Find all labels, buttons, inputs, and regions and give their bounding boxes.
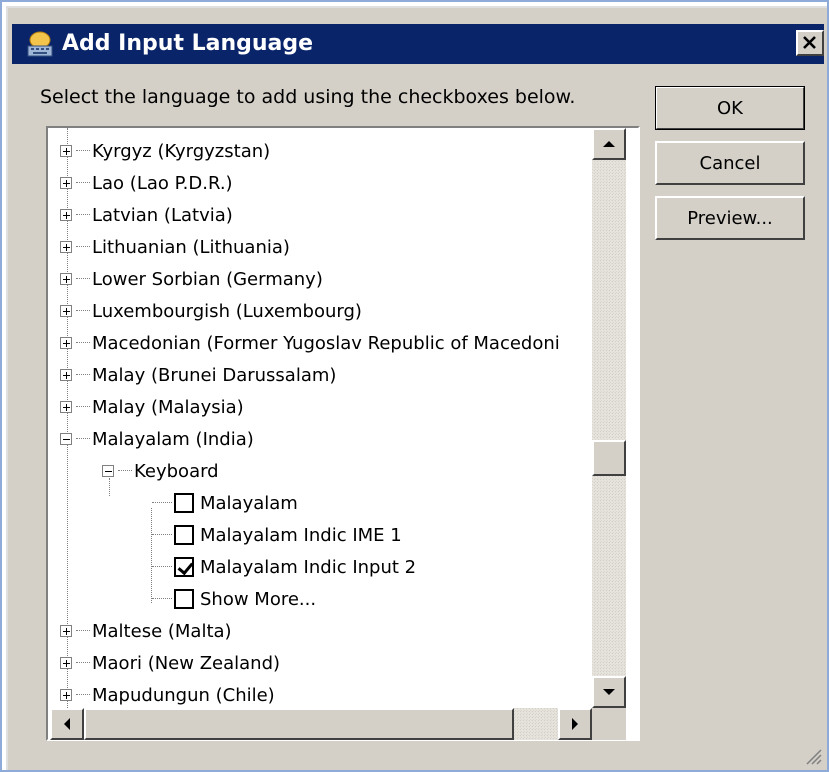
layout-checkbox[interactable] xyxy=(174,493,194,513)
tree-node-language[interactable]: Latvian (Latvia) xyxy=(60,199,233,231)
cancel-button[interactable]: Cancel xyxy=(655,141,805,185)
resize-grip-icon[interactable] xyxy=(803,746,823,766)
scroll-left-button[interactable] xyxy=(50,708,84,740)
horizontal-scroll-thumb[interactable] xyxy=(84,708,514,740)
expand-icon[interactable] xyxy=(60,209,72,221)
tree-node-label: Kyrgyz (Kyrgyzstan) xyxy=(92,140,271,162)
tree-node-label: Malayalam (India) xyxy=(92,428,254,450)
close-icon xyxy=(803,36,816,49)
tree-connector xyxy=(76,630,90,632)
collapse-icon[interactable] xyxy=(102,465,114,477)
tree-connector xyxy=(152,566,172,568)
tree-node-label: Lithuanian (Lithuania) xyxy=(92,236,290,258)
tree-node-language[interactable]: Kyrgyz (Kyrgyzstan) xyxy=(60,135,270,167)
ok-button[interactable]: OK xyxy=(655,86,805,130)
tree-node-label: Malay (Malaysia) xyxy=(92,396,244,418)
tree-node-label: Macedonian (Former Yugoslav Republic of … xyxy=(92,332,560,354)
expand-icon[interactable] xyxy=(60,401,72,413)
tree-node-label: Maori (New Zealand) xyxy=(92,652,281,674)
expand-icon[interactable] xyxy=(60,625,72,637)
vertical-scrollbar[interactable] xyxy=(592,128,626,710)
tree-connector xyxy=(76,694,90,696)
expand-icon[interactable] xyxy=(60,337,72,349)
tree-connector xyxy=(152,502,172,504)
tree-connector xyxy=(76,310,90,312)
keyboard-layout-option[interactable]: Malayalam Indic IME 1 xyxy=(152,519,402,551)
tree-connector xyxy=(76,662,90,664)
arrow-right-icon xyxy=(572,718,578,730)
layout-label: Malayalam Indic Input 2 xyxy=(200,556,417,578)
tree-connector xyxy=(152,598,172,600)
tree-connector xyxy=(76,374,90,376)
layout-checkbox[interactable] xyxy=(174,525,194,545)
keyboard-layout-option[interactable]: Malayalam xyxy=(152,487,298,519)
expand-icon[interactable] xyxy=(60,689,72,701)
expand-icon[interactable] xyxy=(60,177,72,189)
scroll-right-button[interactable] xyxy=(558,708,592,740)
scroll-down-button[interactable] xyxy=(592,676,626,708)
tree-node-keyboard[interactable]: Keyboard xyxy=(102,455,219,487)
tree-connector xyxy=(76,182,90,184)
layout-label: Malayalam xyxy=(200,492,298,514)
tree-node-language[interactable]: Lower Sorbian (Germany) xyxy=(60,263,323,295)
keyboard-layout-option[interactable]: Show More... xyxy=(152,583,316,615)
tree-node-label: Latvian (Latvia) xyxy=(92,204,233,226)
tree-connector xyxy=(76,438,90,440)
dialog-title: Add Input Language xyxy=(62,31,314,56)
tree-node-label: Mapudungun (Chile) xyxy=(92,684,275,706)
tree-node-label: Luxembourgish (Luxembourg) xyxy=(92,300,362,322)
tree-connector xyxy=(76,214,90,216)
tree-node-malayalam-india[interactable]: Malayalam (India) xyxy=(60,423,254,455)
scrollbar-corner xyxy=(592,708,626,740)
arrow-left-icon xyxy=(64,718,70,730)
layout-checkbox[interactable] xyxy=(174,557,194,577)
expand-icon[interactable] xyxy=(60,241,72,253)
layout-label: Malayalam Indic IME 1 xyxy=(200,524,402,546)
layout-checkbox[interactable] xyxy=(174,589,194,609)
tree-node-label: Maltese (Malta) xyxy=(92,620,232,642)
vertical-scroll-thumb[interactable] xyxy=(592,440,626,476)
title-bar[interactable]: Add Input Language xyxy=(12,24,824,64)
expand-icon[interactable] xyxy=(60,305,72,317)
arrow-down-icon xyxy=(603,689,615,695)
tree-connector xyxy=(152,534,172,536)
language-tree[interactable]: Kyrgyz (Kyrgyzstan) Lao (Lao P.D.R.) Latvi… xyxy=(46,126,640,741)
keyboard-layout-option[interactable]: Malayalam Indic Input 2 xyxy=(152,551,416,583)
instruction-text: Select the language to add using the che… xyxy=(40,86,576,108)
tree-node-language[interactable]: Maltese (Malta) xyxy=(60,615,232,647)
layout-label: Show More... xyxy=(200,588,317,610)
tree-node-language[interactable]: Malay (Brunei Darussalam) xyxy=(60,359,336,391)
tree-node-language[interactable]: Lithuanian (Lithuania) xyxy=(60,231,290,263)
expand-icon[interactable] xyxy=(60,369,72,381)
preview-button[interactable]: Preview... xyxy=(655,196,805,240)
tree-node-label: Keyboard xyxy=(134,460,219,482)
tree-node-language[interactable]: Lao (Lao P.D.R.) xyxy=(60,167,233,199)
tree-connector xyxy=(76,278,90,280)
tree-node-language[interactable]: Maori (New Zealand) xyxy=(60,647,280,679)
tree-node-language[interactable]: Macedonian (Former Yugoslav Republic of … xyxy=(60,327,560,359)
tree-node-language[interactable]: Malay (Malaysia) xyxy=(60,391,244,423)
tree-connector xyxy=(76,342,90,344)
scroll-up-button[interactable] xyxy=(592,128,626,160)
tree-node-language[interactable]: Mapudungun (Chile) xyxy=(60,679,275,711)
tree-node-label: Malay (Brunei Darussalam) xyxy=(92,364,337,386)
tree-node-label: Lao (Lao P.D.R.) xyxy=(92,172,233,194)
expand-icon[interactable] xyxy=(60,273,72,285)
expand-icon[interactable] xyxy=(60,657,72,669)
tree-connector xyxy=(118,470,132,472)
collapse-icon[interactable] xyxy=(60,433,72,445)
keyboard-globe-icon xyxy=(27,31,53,57)
tree-node-label: Lower Sorbian (Germany) xyxy=(92,268,323,290)
close-button[interactable] xyxy=(796,30,824,56)
arrow-up-icon xyxy=(603,141,615,147)
tree-connector xyxy=(76,246,90,248)
tree-connector xyxy=(76,406,90,408)
tree-node-language[interactable]: Luxembourgish (Luxembourg) xyxy=(60,295,362,327)
expand-icon[interactable] xyxy=(60,145,72,157)
tree-connector xyxy=(76,150,90,152)
